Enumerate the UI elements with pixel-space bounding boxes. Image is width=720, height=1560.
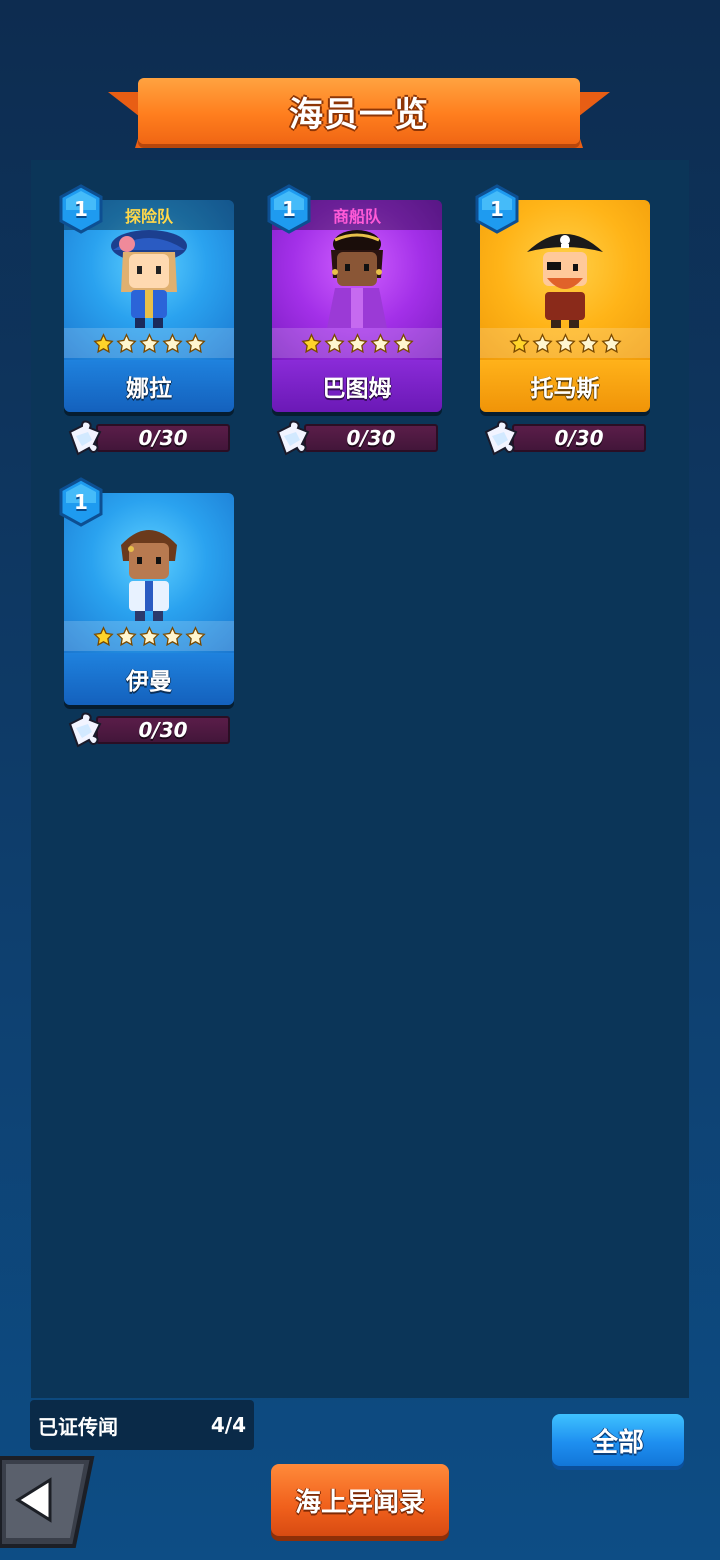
level-number: 1: [74, 490, 88, 514]
shard-progress-bar: 0/30: [96, 424, 230, 452]
star-empty-icon: [115, 625, 137, 646]
shard-progress: 0/30: [480, 418, 650, 456]
shard-count: 0/30: [138, 426, 188, 450]
star-rating: [480, 328, 650, 358]
crew-character-nala: [111, 230, 187, 328]
level-number: 1: [490, 197, 504, 221]
crew-name: 伊曼: [126, 669, 172, 695]
star-empty-icon: [531, 332, 553, 353]
filter-all-label: 全部: [591, 1427, 644, 1458]
level-badge: 1: [58, 477, 104, 527]
star-empty-icon: [138, 332, 160, 353]
star-empty-icon: [600, 332, 622, 353]
star-empty-icon: [184, 625, 206, 646]
puzzle-piece-icon: [68, 712, 102, 748]
shard-progress: 0/30: [272, 418, 442, 456]
crew-list-panel[interactable]: 探险队 娜拉 1 0/30 商船队 巴图姆 1 0/30 托马斯 1 0/30 …: [31, 160, 689, 1398]
crew-name: 托马斯: [530, 376, 600, 402]
rumor-progress-box: 已证传闻 4/4: [30, 1400, 254, 1450]
filter-all-button[interactable]: 全部: [552, 1414, 684, 1466]
rumor-progress-label: 已证传闻: [38, 1414, 118, 1439]
rumor-progress-value: 4/4: [210, 1413, 246, 1437]
crew-card[interactable]: 托马斯 1: [475, 184, 650, 414]
shard-progress-bar: 0/30: [96, 716, 230, 744]
title-banner: 海员一览: [108, 78, 610, 150]
star-empty-icon: [346, 332, 368, 353]
crew-name-bar: 托马斯: [480, 360, 650, 412]
puzzle-piece-icon: [484, 420, 518, 456]
crew-card[interactable]: 伊曼 1: [59, 477, 234, 707]
banner-plate: 海员一览: [138, 78, 580, 144]
crew-name: 娜拉: [126, 376, 172, 402]
crew-team-label: 商船队: [332, 207, 381, 226]
star-icon: [300, 332, 322, 353]
crew-team-label: 探险队: [124, 207, 173, 226]
star-icon: [92, 332, 114, 353]
sea-rumors-log-button[interactable]: 海上异闻录: [271, 1464, 449, 1536]
shard-count: 0/30: [138, 718, 188, 742]
shard-count: 0/30: [554, 426, 604, 450]
level-number: 1: [74, 197, 88, 221]
crew-character-batum: [327, 230, 387, 328]
crew-character-thomas: [527, 234, 603, 328]
star-empty-icon: [392, 332, 414, 353]
crew-name-bar: 娜拉: [64, 360, 234, 412]
crew-name-bar: 巴图姆: [272, 360, 442, 412]
crew-name-bar: 伊曼: [64, 653, 234, 705]
level-badge: 1: [474, 184, 520, 234]
crew-character-iman: [121, 530, 177, 621]
star-empty-icon: [323, 332, 345, 353]
puzzle-piece-icon: [68, 420, 102, 456]
star-empty-icon: [138, 625, 160, 646]
star-icon: [508, 332, 530, 353]
star-rating: [64, 328, 234, 358]
shard-progress-bar: 0/30: [512, 424, 646, 452]
star-empty-icon: [184, 332, 206, 353]
page-title: 海员一览: [289, 94, 429, 135]
star-empty-icon: [161, 332, 183, 353]
star-empty-icon: [115, 332, 137, 353]
crew-card[interactable]: 商船队 巴图姆 1: [267, 184, 442, 414]
star-empty-icon: [161, 625, 183, 646]
star-icon: [92, 625, 114, 646]
shard-progress: 0/30: [64, 710, 234, 748]
crew-card[interactable]: 探险队 娜拉 1: [59, 184, 234, 414]
star-empty-icon: [369, 332, 391, 353]
level-badge: 1: [58, 184, 104, 234]
crew-name: 巴图姆: [322, 376, 392, 402]
puzzle-piece-icon: [276, 420, 310, 456]
level-badge: 1: [266, 184, 312, 234]
level-number: 1: [282, 197, 296, 221]
shard-progress-bar: 0/30: [304, 424, 438, 452]
shard-progress: 0/30: [64, 418, 234, 456]
sea-rumors-log-label: 海上异闻录: [294, 1487, 425, 1518]
shard-count: 0/30: [346, 426, 396, 450]
star-rating: [64, 621, 234, 651]
star-empty-icon: [577, 332, 599, 353]
star-empty-icon: [554, 332, 576, 353]
star-rating: [272, 328, 442, 358]
back-arrow-icon[interactable]: [0, 1454, 96, 1550]
